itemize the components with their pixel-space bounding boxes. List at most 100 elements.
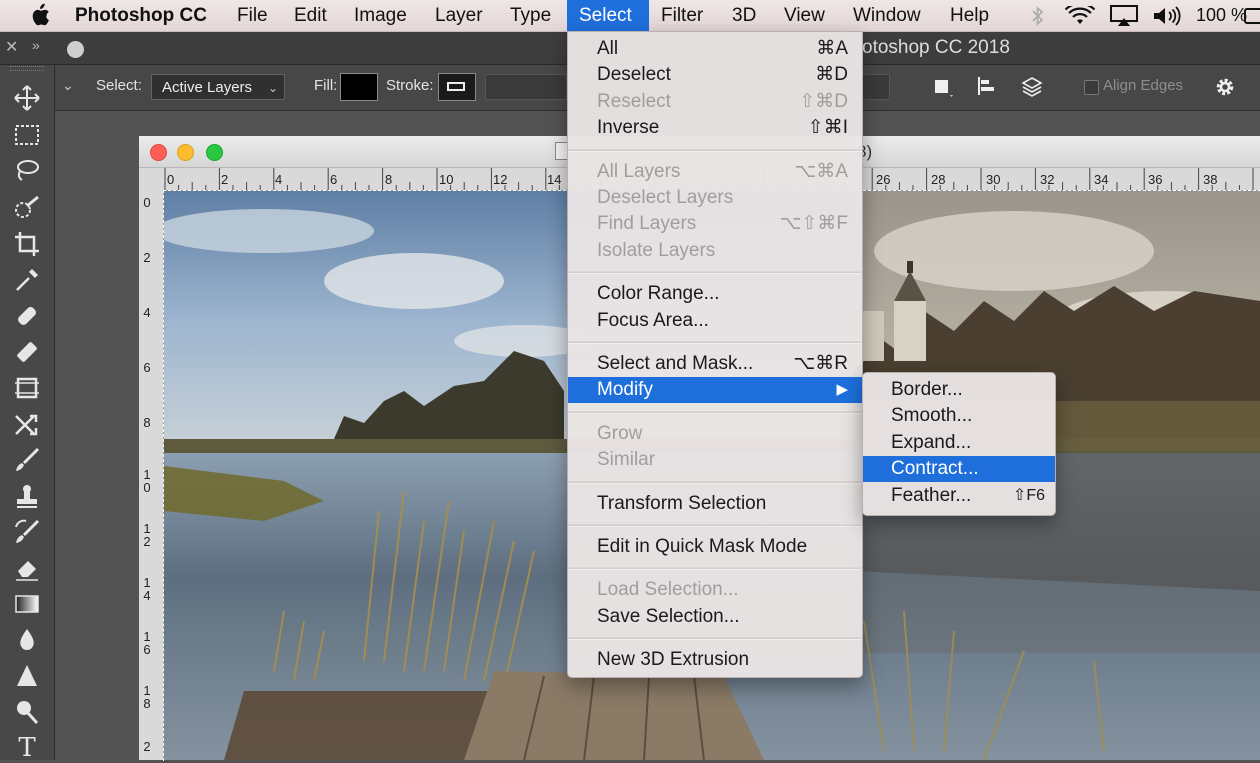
fill-swatch[interactable] bbox=[340, 73, 378, 101]
history-brush-icon[interactable] bbox=[12, 517, 42, 547]
select-menu-item-similar: Similar bbox=[568, 447, 862, 473]
volume-icon[interactable] bbox=[1152, 6, 1184, 26]
select-menu-item-deselect[interactable]: Deselect ⌘D bbox=[568, 62, 862, 88]
menu-file[interactable]: File bbox=[227, 0, 278, 31]
select-menu-item-find-layers: Find Layers ⌥⇧⌘F bbox=[568, 211, 862, 237]
stroke-width-field[interactable] bbox=[485, 74, 567, 100]
app-menu[interactable]: Photoshop CC bbox=[65, 0, 217, 31]
menu-separator bbox=[568, 271, 862, 275]
blur-tool-icon[interactable] bbox=[12, 625, 42, 655]
menu-item-label: Inverse bbox=[597, 117, 660, 139]
minimize-window-button[interactable] bbox=[177, 144, 194, 161]
menu-separator bbox=[568, 524, 862, 527]
battery-percent: 100 % bbox=[1196, 5, 1248, 25]
ruler-label: 1 2 bbox=[143, 521, 151, 549]
lasso-tool-icon[interactable] bbox=[12, 156, 42, 186]
expand-panel-icon[interactable]: » bbox=[32, 37, 40, 53]
menu-image[interactable]: Image bbox=[344, 0, 417, 31]
wifi-icon[interactable] bbox=[1065, 6, 1095, 26]
menu-item-label: Deselect Layers bbox=[597, 187, 734, 208]
menu-item-label: Isolate Layers bbox=[597, 239, 716, 261]
menu-item-label: Reselect bbox=[597, 90, 671, 112]
apple-icon[interactable] bbox=[28, 3, 50, 27]
align-edges-checkbox[interactable] bbox=[1084, 80, 1099, 95]
modify-item-contract[interactable]: Contract... bbox=[863, 456, 1055, 483]
airplay-icon[interactable] bbox=[1110, 5, 1138, 27]
select-menu-item-color-range[interactable]: Color Range... bbox=[568, 281, 862, 307]
battery-icon[interactable] bbox=[1244, 8, 1260, 24]
sharpen-tool-icon[interactable] bbox=[12, 661, 42, 691]
menu-item-label: Feather... bbox=[891, 484, 972, 506]
menu-3d[interactable]: 3D bbox=[722, 0, 766, 31]
gradient-tool-icon[interactable] bbox=[12, 589, 42, 619]
modify-item-expand[interactable]: Expand... bbox=[863, 430, 1055, 456]
frame-tool-icon[interactable] bbox=[12, 373, 42, 403]
modify-item-smooth[interactable]: Smooth... bbox=[863, 403, 1055, 429]
path-arrangement-icon[interactable] bbox=[1020, 75, 1044, 99]
path-alignment-icon[interactable] bbox=[975, 75, 999, 99]
select-menu-item-edit-in-quick-mask-mode[interactable]: Edit in Quick Mask Mode bbox=[568, 534, 862, 560]
select-menu-item-save-selection[interactable]: Save Selection... bbox=[568, 604, 862, 630]
menu-select[interactable]: Select bbox=[567, 0, 649, 31]
modify-item-feather[interactable]: Feather... ⇧F6 bbox=[863, 483, 1055, 509]
gear-icon[interactable] bbox=[1213, 75, 1237, 99]
menu-type[interactable]: Type bbox=[500, 0, 561, 31]
mac-menubar: Photoshop CC File Edit Image Layer Type … bbox=[0, 0, 1260, 32]
menu-help[interactable]: Help bbox=[940, 0, 999, 31]
content-aware-move-icon[interactable] bbox=[12, 409, 42, 439]
bluetooth-icon[interactable] bbox=[1030, 5, 1046, 27]
ruler-label: 2 bbox=[143, 739, 151, 754]
eyedropper-tool-icon[interactable] bbox=[12, 265, 42, 295]
brush-tool-icon[interactable] bbox=[12, 445, 42, 475]
type-tool-icon[interactable]: T bbox=[12, 733, 42, 763]
window-control-dot[interactable] bbox=[67, 41, 84, 58]
select-menu-item-transform-selection[interactable]: Transform Selection bbox=[568, 491, 862, 517]
select-menu-item-select-and-mask[interactable]: Select and Mask... ⌥⌘R bbox=[568, 351, 862, 377]
align-edges-label: Align Edges bbox=[1103, 77, 1184, 94]
quick-selection-tool-icon[interactable] bbox=[12, 193, 42, 223]
menu-item-label: Find Layers bbox=[597, 213, 697, 235]
close-window-button[interactable] bbox=[150, 144, 167, 161]
stroke-swatch[interactable] bbox=[438, 73, 476, 101]
menu-item-label: Save Selection... bbox=[597, 605, 740, 627]
menu-item-label: Color Range... bbox=[597, 283, 720, 305]
vertical-ruler[interactable]: 0 2 4 6 8 1 0 1 2 1 4 1 6 1 8 2 bbox=[139, 190, 164, 760]
eraser-tool-icon[interactable] bbox=[12, 553, 42, 583]
fill-label: Fill: bbox=[314, 77, 338, 94]
menu-view[interactable]: View bbox=[774, 0, 835, 31]
ruler-label: 1 4 bbox=[143, 575, 151, 603]
zoom-window-button[interactable] bbox=[206, 144, 223, 161]
tool-preset-chevron-icon[interactable]: ⌄ bbox=[62, 77, 74, 94]
menu-item-label: Deselect bbox=[597, 64, 671, 86]
menu-item-label: All bbox=[597, 38, 619, 59]
select-menu-item-grow: Grow bbox=[568, 421, 862, 447]
marquee-tool-icon[interactable] bbox=[12, 120, 42, 150]
menu-window[interactable]: Window bbox=[843, 0, 931, 31]
menu-edit[interactable]: Edit bbox=[284, 0, 337, 31]
spot-healing-tool-icon[interactable] bbox=[12, 301, 42, 331]
modify-item-border[interactable]: Border... bbox=[863, 377, 1055, 403]
menu-filter[interactable]: Filter bbox=[651, 0, 713, 31]
move-tool-icon[interactable] bbox=[12, 83, 42, 113]
ruler-origin[interactable] bbox=[139, 168, 164, 191]
menu-item-label: Select and Mask... bbox=[597, 353, 754, 374]
select-menu-item-modify[interactable]: Modify ▶ bbox=[568, 377, 862, 404]
panel-grip[interactable] bbox=[10, 66, 44, 71]
select-menu-item-new-3d-extrusion[interactable]: New 3D Extrusion bbox=[568, 647, 862, 673]
crop-tool-icon[interactable] bbox=[12, 229, 42, 259]
select-menu-item-focus-area[interactable]: Focus Area... bbox=[568, 308, 862, 334]
dodge-tool-icon[interactable] bbox=[12, 697, 42, 727]
menu-layer[interactable]: Layer bbox=[425, 0, 493, 31]
healing-brush-icon[interactable] bbox=[12, 337, 42, 367]
path-operations-icon[interactable] bbox=[930, 75, 954, 99]
select-menu-item-all[interactable]: All ⌘A bbox=[568, 36, 862, 62]
app-window-title: otoshop CC 2018 bbox=[862, 37, 1010, 58]
select-menu-item-reselect: Reselect ⇧⌘D bbox=[568, 89, 862, 115]
select-menu-item-inverse[interactable]: Inverse ⇧⌘I bbox=[568, 115, 862, 141]
close-panel-icon[interactable]: ✕ bbox=[5, 37, 18, 57]
clone-stamp-icon[interactable] bbox=[12, 481, 42, 511]
ruler-label: 8 bbox=[385, 172, 393, 187]
tools-panel: T bbox=[0, 65, 55, 763]
select-layers-dropdown[interactable]: Active Layers ⌄ bbox=[151, 74, 285, 100]
ruler-label: 0 bbox=[167, 172, 175, 187]
